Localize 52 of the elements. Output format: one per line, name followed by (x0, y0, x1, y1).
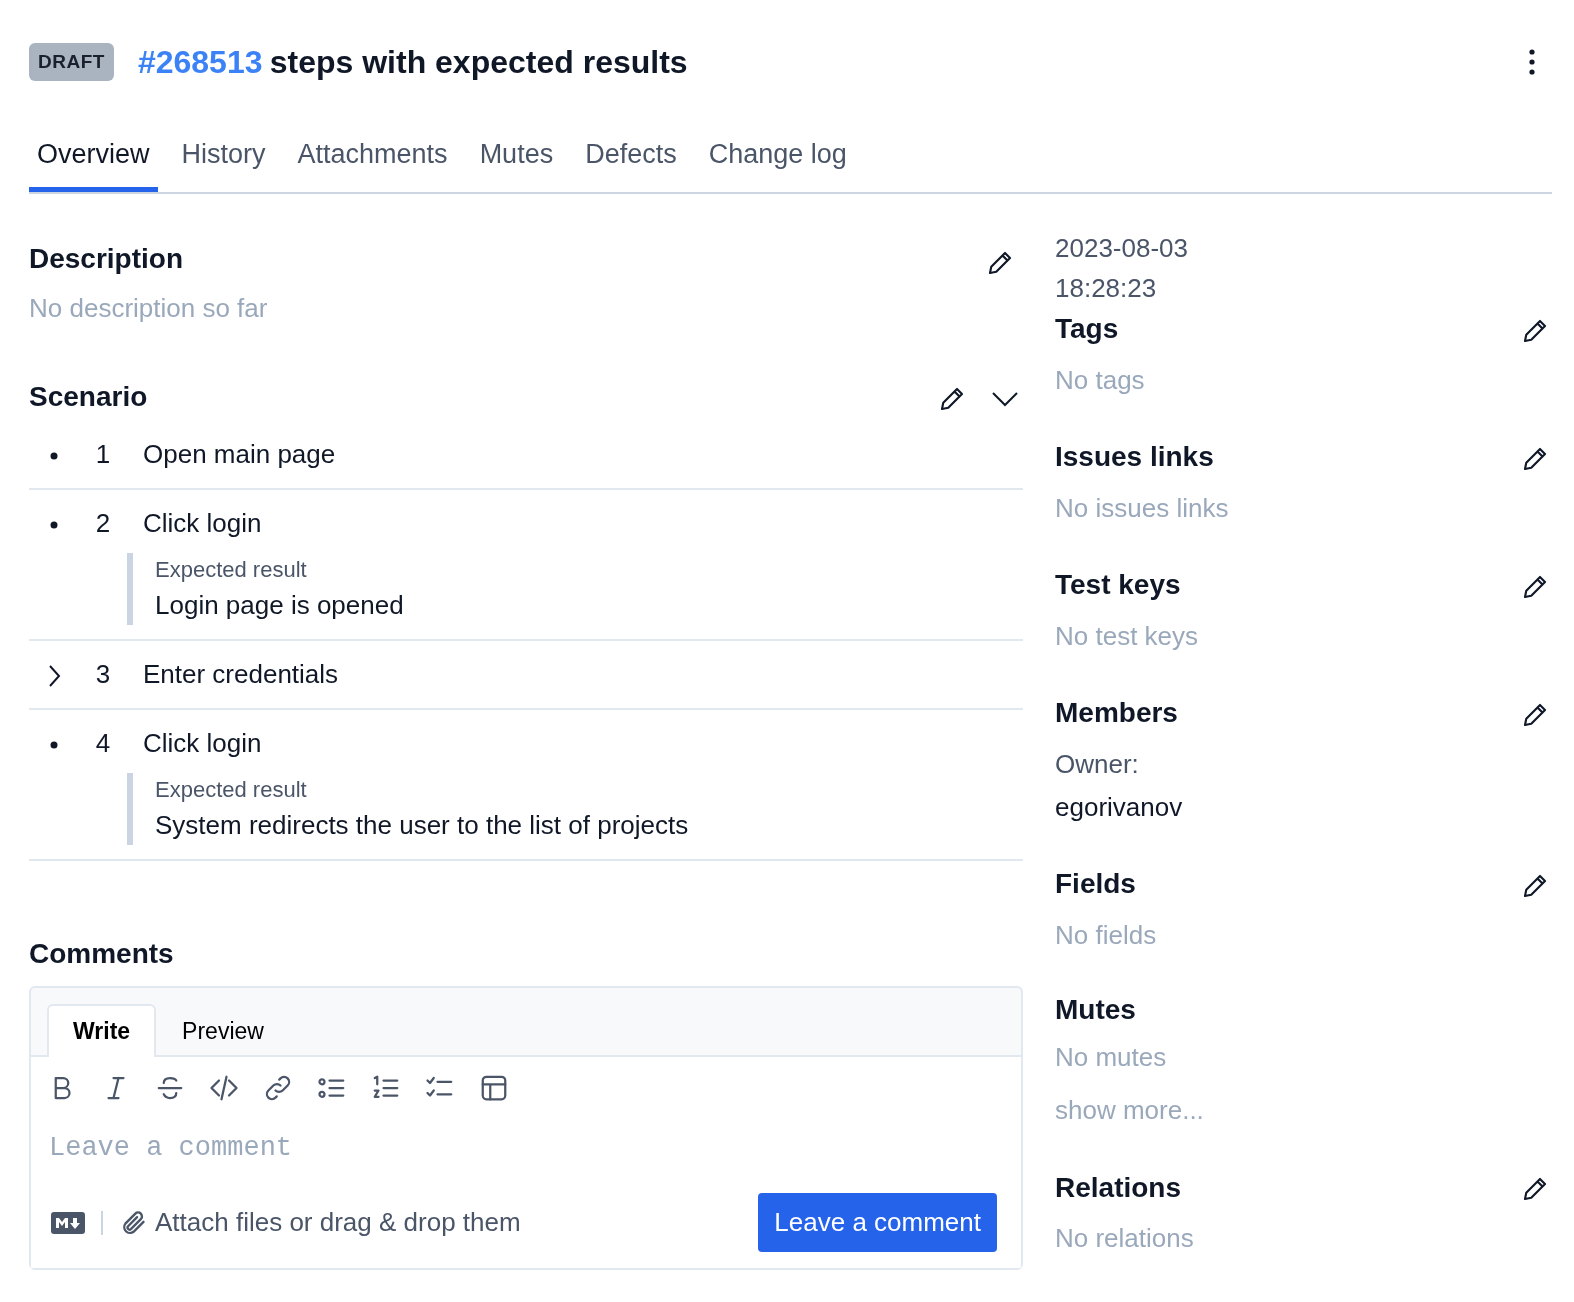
chevron-icon[interactable] (991, 389, 1019, 408)
test-case-id[interactable]: #268513 (137, 44, 263, 80)
expected-result-text: Login page is opened (155, 588, 405, 622)
empty-text: No issues links (1055, 491, 1230, 525)
section-title: Relations (1055, 1170, 1182, 1205)
tab[interactable]: History (173, 134, 274, 192)
status-badge: DRAFT (29, 42, 114, 82)
tab[interactable]: Mutes (471, 134, 562, 192)
empty-text: No test keys (1055, 619, 1200, 653)
editor-tab[interactable]: Write (47, 1004, 157, 1057)
tab[interactable]: Defects (577, 134, 685, 192)
tab[interactable]: Change log (700, 134, 855, 192)
leave-comment-button[interactable]: Leave a comment (758, 1193, 997, 1253)
section-title: Test keys (1055, 568, 1181, 602)
empty-text: No mutes (1055, 1041, 1168, 1075)
page-title: steps with expected results (269, 44, 688, 80)
section-title: Mutes (1055, 992, 1136, 1027)
section-title: Description (29, 241, 184, 276)
description-text: No description so far (29, 291, 269, 325)
expected-result-label: Expected result (155, 555, 308, 584)
step-text: Click login (143, 506, 262, 540)
bullet-icon (50, 451, 58, 460)
step-text: Open main page (143, 437, 336, 471)
step-number: 1 (94, 437, 112, 471)
step-number: 4 (94, 726, 112, 760)
section-title: Issues links (1055, 440, 1214, 474)
tab[interactable]: Overview (29, 134, 158, 192)
empty-text: No fields (1055, 918, 1158, 952)
section-title: Tags (1055, 312, 1119, 346)
markdown-icon (51, 1211, 85, 1234)
section-title: Members (1055, 696, 1178, 730)
section-title: Fields (1055, 867, 1136, 901)
expected-result-text: System redirects the user to the list of projects (155, 808, 690, 842)
empty-text: No tags (1055, 363, 1146, 397)
chevron-icon[interactable] (47, 663, 61, 688)
step-text: Click login (143, 726, 262, 760)
step-number: 2 (94, 506, 112, 540)
section-title: Comments (29, 936, 175, 971)
expected-result-label: Expected result (155, 775, 308, 804)
more-icon[interactable] (1528, 47, 1536, 77)
editor-tab[interactable]: Preview (156, 1004, 290, 1057)
bullet-icon (50, 520, 58, 529)
field-text: egorivanov (1055, 790, 1184, 824)
section-title: Scenario (29, 380, 148, 414)
field-text: Owner: (1055, 747, 1140, 781)
bullet-icon (50, 740, 58, 749)
step-text: Enter credentials (143, 657, 339, 691)
step-number: 3 (94, 657, 112, 691)
attach-files-link[interactable]: Attach files or drag & drop them (155, 1203, 521, 1243)
tab[interactable]: Attachments (289, 134, 456, 192)
created-date: 2023-08-03 18:28:23 (1055, 231, 1189, 305)
empty-text: No relations (1055, 1222, 1195, 1256)
